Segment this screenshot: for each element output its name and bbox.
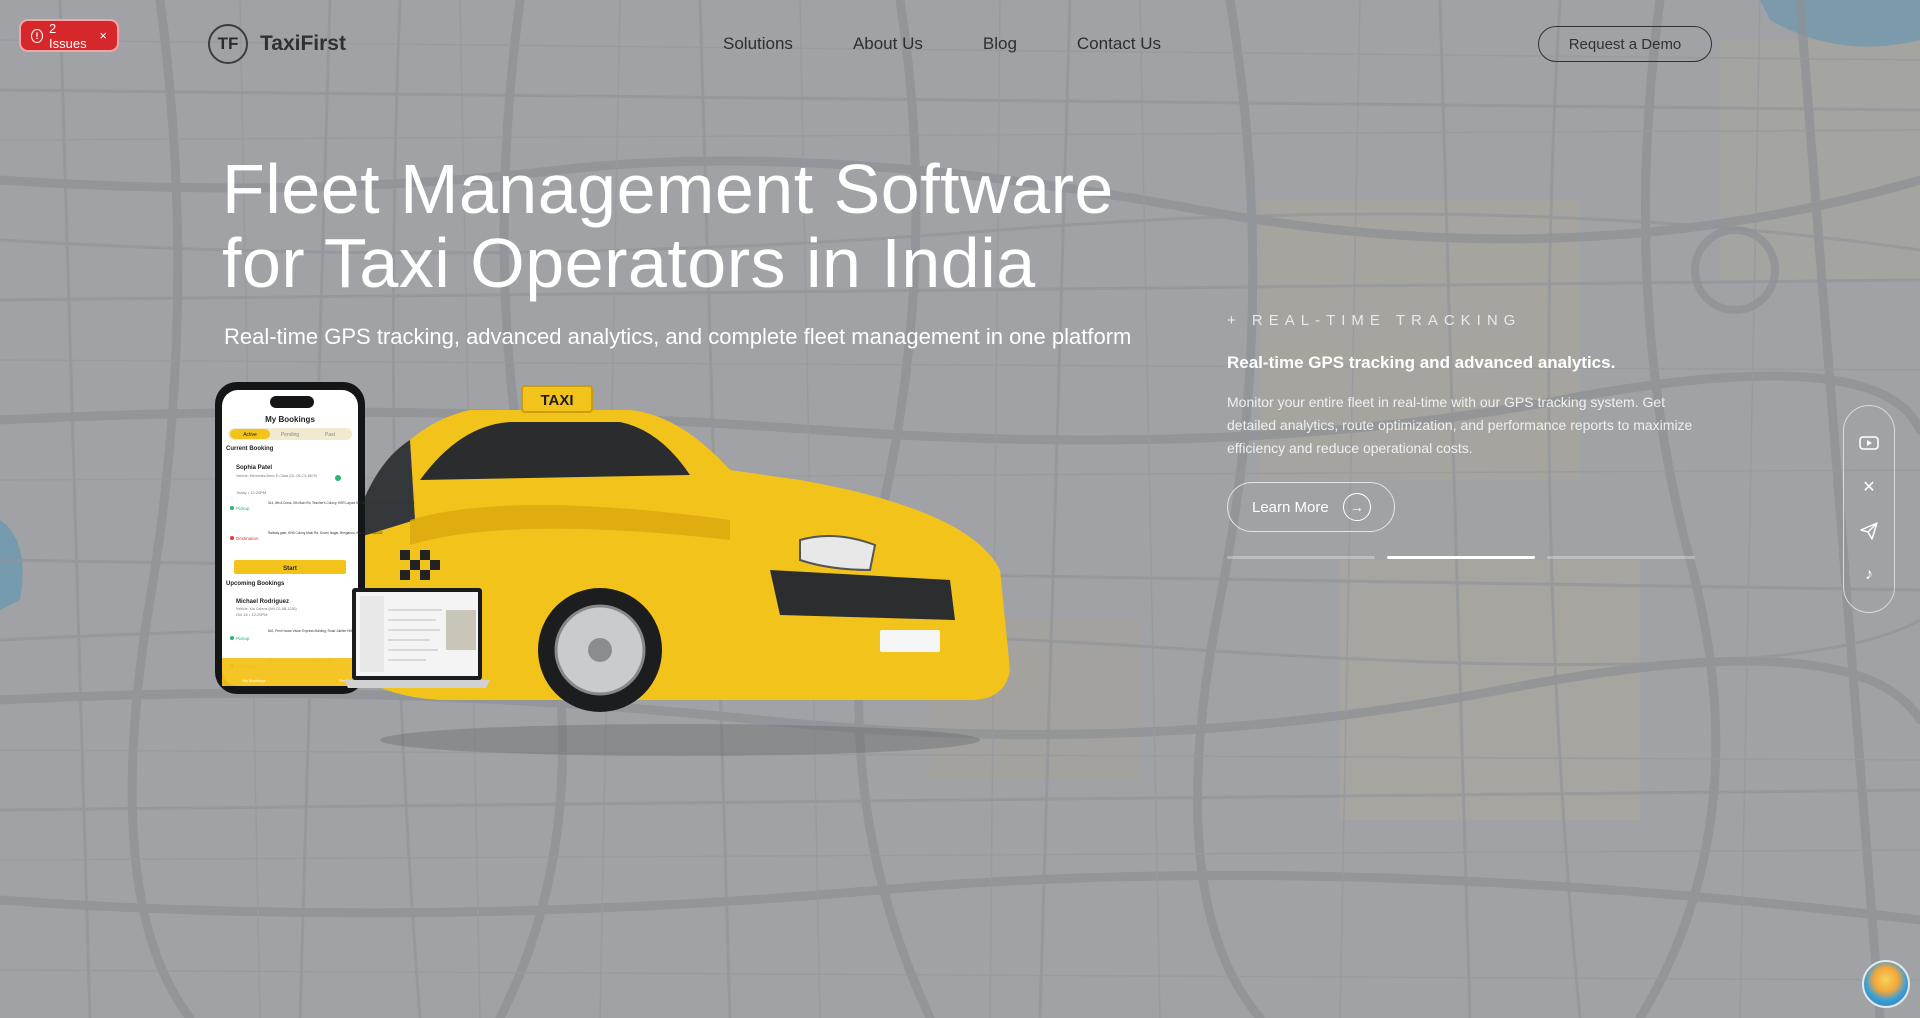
- booking2-name: Michael Rodriguez: [236, 599, 289, 605]
- close-icon[interactable]: ×: [99, 28, 107, 43]
- nav-solutions[interactable]: Solutions: [723, 34, 793, 54]
- pickup-label-2: Pickup: [236, 636, 250, 641]
- x-icon[interactable]: ✕: [1858, 476, 1880, 498]
- booking1-vehicle: Vehicle: Mercedes-Benz E-Class (DL-05-CX…: [236, 474, 317, 478]
- booking1-time: Today • 12:20PM: [236, 490, 266, 495]
- learn-more-button[interactable]: Learn More →: [1227, 482, 1395, 532]
- hero-illustration: TAXI My Bookings Active Pending Past Cur…: [215, 382, 1010, 756]
- slide-progress: [1227, 556, 1707, 559]
- nav-contact-us[interactable]: Contact Us: [1077, 34, 1161, 54]
- social-links: ✕ ♪: [1843, 405, 1895, 613]
- booking1-destination: Railway gate, KHB Colony Main Rd, Koveri…: [268, 531, 383, 535]
- issues-badge[interactable]: ! 2 Issues ×: [19, 19, 119, 52]
- feature-body: Monitor your entire fleet in real-time w…: [1227, 394, 1693, 456]
- hero-title-line-2: for Taxi Operators in India: [222, 224, 1036, 302]
- logo-mark: TF: [208, 24, 248, 64]
- laptop-mockup: [344, 588, 490, 688]
- slide-indicator-1[interactable]: [1227, 556, 1375, 559]
- logo[interactable]: TF TaxiFirst: [208, 24, 346, 64]
- alert-circle-icon: !: [31, 28, 44, 43]
- telegram-icon[interactable]: [1858, 520, 1880, 542]
- phone-tab-active: Active: [243, 432, 257, 438]
- taxi-sign: TAXI: [540, 392, 573, 409]
- nav-blog[interactable]: Blog: [983, 34, 1017, 54]
- phone-nav-bookings: My Bookings: [243, 678, 266, 683]
- site-header: TF TaxiFirst Solutions About Us Blog Con…: [0, 0, 1920, 88]
- booking2-time: Oct 16 • 12:20PM: [236, 612, 267, 617]
- logo-text: TaxiFirst: [260, 32, 346, 55]
- issues-label: 2 Issues: [49, 20, 87, 51]
- upcoming-bookings-label: Upcoming Bookings: [226, 581, 285, 587]
- avatar[interactable]: [1862, 960, 1910, 1008]
- tiktok-icon[interactable]: ♪: [1858, 564, 1880, 586]
- slide-indicator-3[interactable]: [1547, 556, 1695, 559]
- learn-more-label: Learn More: [1252, 498, 1329, 516]
- hero-title-line-1: Fleet Management Software: [222, 150, 1114, 228]
- phone-tab-pending: Pending: [281, 432, 300, 438]
- feature-panel: + REAL-TIME TRACKING Real-time GPS track…: [1227, 312, 1707, 559]
- slide-indicator-2[interactable]: [1387, 556, 1535, 559]
- youtube-icon[interactable]: [1858, 432, 1880, 454]
- booking2-vehicle: Vehicle: Kia Carens (MH-02-AB-1236): [236, 607, 297, 611]
- start-button: Start: [283, 566, 297, 572]
- hero-title: Fleet Management Software for Taxi Opera…: [222, 152, 1182, 300]
- current-booking-label: Current Booking: [226, 446, 274, 452]
- phone-title: My Bookings: [265, 415, 315, 424]
- hero-subtitle: Real-time GPS tracking, advanced analyti…: [224, 324, 1132, 349]
- arrow-right-icon: →: [1342, 493, 1371, 521]
- booking1-pickup: 314, 8th A Cross, 5th Main Rd, Teacher's…: [268, 501, 415, 505]
- booking1-name: Sophia Patel: [236, 465, 272, 471]
- feature-heading: Real-time GPS tracking and advanced anal…: [1227, 353, 1616, 372]
- main-nav: Solutions About Us Blog Contact Us: [723, 34, 1161, 54]
- destination-label: Destination: [236, 536, 259, 541]
- feature-kicker: + REAL-TIME TRACKING: [1227, 312, 1522, 329]
- nav-about-us[interactable]: About Us: [853, 34, 923, 54]
- pickup-label: Pickup: [236, 506, 250, 511]
- phone-tab-past: Past: [325, 432, 336, 438]
- request-demo-button[interactable]: Request a Demo: [1538, 26, 1712, 62]
